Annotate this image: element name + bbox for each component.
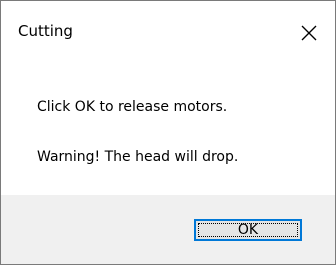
ok-button[interactable]: OK (194, 219, 302, 241)
dialog-footer: OK (1, 195, 335, 264)
close-icon (301, 25, 317, 41)
dialog-title: Cutting (18, 22, 73, 40)
dialog-content: Click OK to release motors. Warning! The… (1, 63, 335, 195)
ok-button-label: OK (237, 222, 259, 238)
message-line-2: Warning! The head will drop. (37, 149, 239, 165)
message-line-1: Click OK to release motors. (37, 99, 228, 115)
close-button[interactable] (291, 15, 327, 51)
title-bar: Cutting (1, 1, 335, 63)
message-dialog: Cutting Click OK to release motors. Warn… (0, 0, 336, 265)
